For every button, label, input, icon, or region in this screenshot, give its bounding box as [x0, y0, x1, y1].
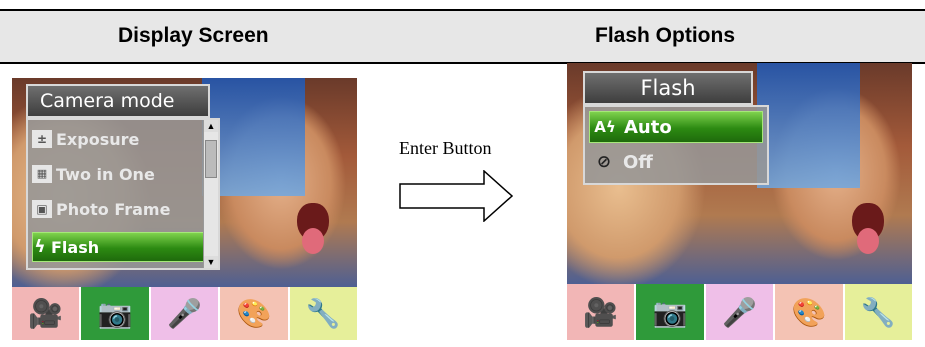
exposure-icon: ±: [32, 130, 52, 148]
menu-item-flash[interactable]: ϟ Flash: [32, 232, 214, 262]
menu-item-label: Two in One: [56, 164, 155, 184]
tab-video[interactable]: 🎥: [12, 287, 82, 340]
video-camera-icon: 🎥: [583, 296, 619, 328]
right-header-title: Flash Options: [595, 24, 736, 47]
menu-item-photo-frame[interactable]: ▣ Photo Frame: [32, 194, 214, 224]
two-in-one-icon: ▦: [32, 165, 52, 183]
palette-icon: 🎨: [791, 296, 827, 328]
scroll-down-arrow[interactable]: ▼: [204, 256, 218, 268]
tab-camera[interactable]: 📷: [81, 287, 151, 340]
option-auto[interactable]: Aϟ Auto: [589, 111, 763, 143]
left-header-title: Display Screen: [118, 24, 269, 47]
tab-camera[interactable]: 📷: [636, 284, 706, 340]
camera-mode-menu: ± Exposure ▦ Two in One ▣ Photo Frame ϟ …: [26, 118, 220, 270]
flash-menu-title: Flash: [640, 76, 696, 100]
flash-options-menu: Aϟ Auto ⊘ Off: [583, 105, 769, 185]
right-arrow-icon: [399, 170, 513, 222]
menu-title-bar: Camera mode: [26, 84, 210, 118]
tab-audio[interactable]: 🎤: [150, 287, 221, 340]
tab-audio[interactable]: 🎤: [705, 284, 776, 340]
option-label: Off: [623, 151, 653, 173]
tab-settings[interactable]: 🔧: [844, 284, 912, 340]
photo-camera-icon: 📷: [97, 298, 133, 329]
mode-tab-bar: 🎥 📷 🎤 🎨 🔧: [567, 284, 912, 340]
tab-playback[interactable]: 🎨: [220, 287, 290, 340]
tab-video[interactable]: 🎥: [567, 284, 637, 340]
display-screen: Camera mode ± Exposure ▦ Two in One ▣ Ph…: [12, 78, 357, 340]
photo-camera-icon: 📷: [652, 296, 688, 328]
menu-item-label: Photo Frame: [56, 199, 171, 219]
photo-frame-icon: ▣: [32, 200, 52, 218]
menu-item-exposure[interactable]: ± Exposure: [32, 124, 214, 154]
flash-options-screen: Flash Aϟ Auto ⊘ Off 🎥 📷 🎤 🎨 🔧: [567, 63, 912, 340]
microphone-icon: 🎤: [167, 298, 202, 329]
enter-button-label: Enter Button: [399, 138, 492, 158]
menu-item-label: Exposure: [56, 129, 140, 149]
menu-item-label: Flash: [51, 237, 100, 257]
tools-icon: 🔧: [860, 296, 896, 328]
scroll-thumb[interactable]: [205, 140, 217, 178]
microphone-icon: 🎤: [722, 296, 757, 328]
menu-title: Camera mode: [40, 90, 175, 112]
flash-icon: ϟ: [34, 237, 46, 257]
scroll-up-arrow[interactable]: ▲: [204, 120, 218, 132]
palette-icon: 🎨: [236, 298, 272, 329]
menu-scrollbar[interactable]: ▲ ▼: [203, 120, 218, 268]
option-label: Auto: [624, 116, 672, 138]
tab-playback[interactable]: 🎨: [775, 284, 845, 340]
mode-tab-bar: 🎥 📷 🎤 🎨 🔧: [12, 287, 357, 340]
video-camera-icon: 🎥: [28, 298, 64, 329]
menu-item-two-in-one[interactable]: ▦ Two in One: [32, 159, 214, 189]
tools-icon: 🔧: [305, 298, 341, 329]
tab-settings[interactable]: 🔧: [289, 287, 357, 340]
flash-off-icon: ⊘: [596, 152, 612, 172]
flash-auto-icon: Aϟ: [594, 118, 616, 136]
flash-title-bar: Flash: [583, 71, 753, 105]
option-off[interactable]: ⊘ Off: [589, 147, 763, 177]
